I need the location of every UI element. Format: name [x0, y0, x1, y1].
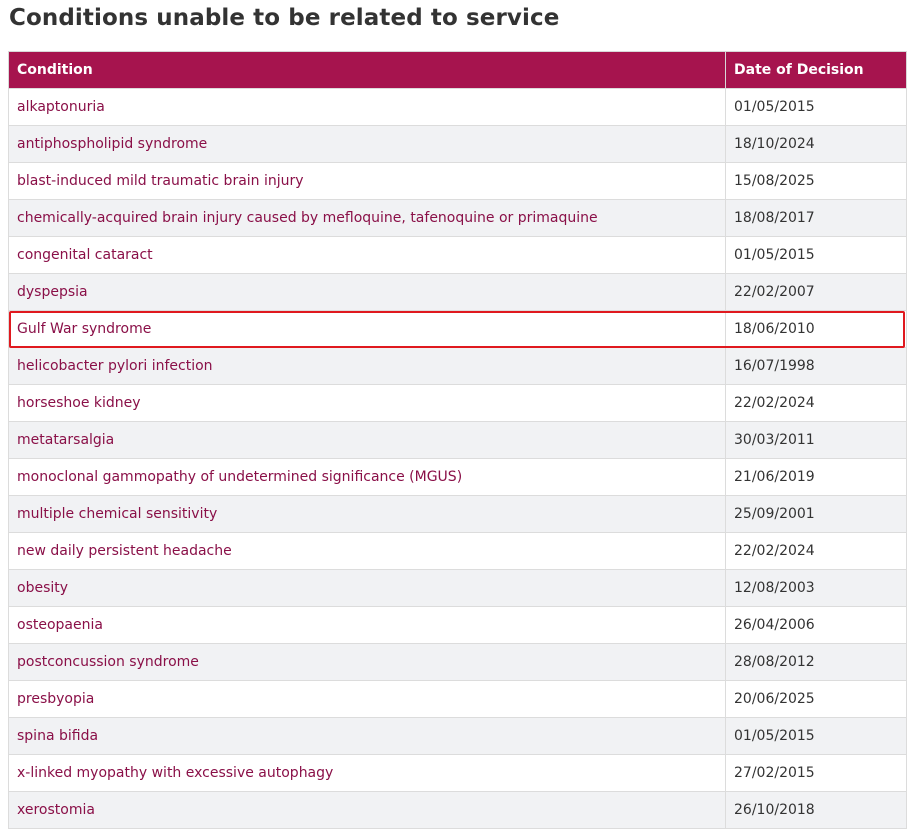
condition-link[interactable]: chemically-acquired brain injury caused … [17, 210, 598, 226]
condition-cell: chemically-acquired brain injury caused … [8, 199, 726, 237]
date-of-decision-cell: 22/02/2024 [725, 384, 907, 422]
page-title: Conditions unable to be related to servi… [9, 5, 560, 31]
table-row: Gulf War syndrome 18/06/2010 [8, 310, 907, 348]
condition-cell: postconcussion syndrome [8, 643, 726, 681]
table-row: congenital cataract 01/05/2015 [8, 236, 907, 274]
table-row: chemically-acquired brain injury caused … [8, 199, 907, 237]
condition-link[interactable]: metatarsalgia [17, 432, 114, 448]
condition-link[interactable]: postconcussion syndrome [17, 654, 199, 670]
table-row: xerostomia 26/10/2018 [8, 791, 907, 829]
condition-cell: horseshoe kidney [8, 384, 726, 422]
table-row: dyspepsia 22/02/2007 [8, 273, 907, 311]
date-of-decision-cell: 01/05/2015 [725, 236, 907, 274]
condition-link[interactable]: multiple chemical sensitivity [17, 506, 217, 522]
table-body: alkaptonuria 01/05/2015 antiphospholipid s… [8, 88, 907, 829]
condition-link[interactable]: horseshoe kidney [17, 395, 141, 411]
condition-cell: obesity [8, 569, 726, 607]
date-of-decision-cell: 25/09/2001 [725, 495, 907, 533]
date-of-decision-cell: 18/10/2024 [725, 125, 907, 163]
condition-cell: metatarsalgia [8, 421, 726, 459]
table-row: helicobacter pylori infection 16/07/1998 [8, 347, 907, 385]
table-row: blast-induced mild traumatic brain injur… [8, 162, 907, 200]
table-row: monoclonal gammopathy of undetermined si… [8, 458, 907, 496]
condition-cell: multiple chemical sensitivity [8, 495, 726, 533]
condition-link[interactable]: spina bifida [17, 728, 98, 744]
table-row: horseshoe kidney 22/02/2024 [8, 384, 907, 422]
date-of-decision-cell: 30/03/2011 [725, 421, 907, 459]
condition-cell: antiphospholipid syndrome [8, 125, 726, 163]
condition-link[interactable]: presbyopia [17, 691, 94, 707]
date-of-decision-cell: 20/06/2025 [725, 680, 907, 718]
date-of-decision-cell: 27/02/2015 [725, 754, 907, 792]
date-of-decision-cell: 26/04/2006 [725, 606, 907, 644]
table-row: spina bifida 01/05/2015 [8, 717, 907, 755]
condition-cell: Gulf War syndrome [8, 310, 726, 348]
condition-cell: presbyopia [8, 680, 726, 718]
page: Conditions unable to be related to servi… [0, 0, 914, 837]
condition-cell: dyspepsia [8, 273, 726, 311]
condition-link[interactable]: Gulf War syndrome [17, 321, 151, 337]
condition-link[interactable]: xerostomia [17, 802, 95, 818]
table-row: postconcussion syndrome 28/08/2012 [8, 643, 907, 681]
condition-cell: x-linked myopathy with excessive autopha… [8, 754, 726, 792]
condition-cell: congenital cataract [8, 236, 726, 274]
condition-cell: xerostomia [8, 791, 726, 829]
table-row: antiphospholipid syndrome 18/10/2024 [8, 125, 907, 163]
table-header-row: Condition Date of Decision [8, 51, 907, 89]
date-of-decision-cell: 16/07/1998 [725, 347, 907, 385]
column-header-date-of-decision[interactable]: Date of Decision [725, 51, 907, 89]
condition-cell: alkaptonuria [8, 88, 726, 126]
date-of-decision-cell: 28/08/2012 [725, 643, 907, 681]
date-of-decision-cell: 01/05/2015 [725, 88, 907, 126]
table-row: metatarsalgia 30/03/2011 [8, 421, 907, 459]
condition-link[interactable]: helicobacter pylori infection [17, 358, 213, 374]
date-of-decision-cell: 18/08/2017 [725, 199, 907, 237]
condition-link[interactable]: new daily persistent headache [17, 543, 232, 559]
condition-link[interactable]: dyspepsia [17, 284, 88, 300]
column-header-condition[interactable]: Condition [8, 51, 726, 89]
condition-cell: spina bifida [8, 717, 726, 755]
condition-link[interactable]: blast-induced mild traumatic brain injur… [17, 173, 304, 189]
condition-link[interactable]: osteopaenia [17, 617, 103, 633]
condition-link[interactable]: antiphospholipid syndrome [17, 136, 207, 152]
condition-link[interactable]: monoclonal gammopathy of undetermined si… [17, 469, 462, 485]
table-row: new daily persistent headache 22/02/2024 [8, 532, 907, 570]
table-row: alkaptonuria 01/05/2015 [8, 88, 907, 126]
date-of-decision-cell: 15/08/2025 [725, 162, 907, 200]
condition-link[interactable]: x-linked myopathy with excessive autopha… [17, 765, 333, 781]
condition-link[interactable]: congenital cataract [17, 247, 153, 263]
condition-cell: osteopaenia [8, 606, 726, 644]
condition-cell: blast-induced mild traumatic brain injur… [8, 162, 726, 200]
condition-cell: new daily persistent headache [8, 532, 726, 570]
date-of-decision-cell: 18/06/2010 [725, 310, 907, 348]
table-row: osteopaenia 26/04/2006 [8, 606, 907, 644]
condition-cell: monoclonal gammopathy of undetermined si… [8, 458, 726, 496]
condition-link[interactable]: alkaptonuria [17, 99, 105, 115]
table-row: presbyopia 20/06/2025 [8, 680, 907, 718]
date-of-decision-cell: 22/02/2007 [725, 273, 907, 311]
condition-cell: helicobacter pylori infection [8, 347, 726, 385]
date-of-decision-cell: 21/06/2019 [725, 458, 907, 496]
date-of-decision-cell: 01/05/2015 [725, 717, 907, 755]
date-of-decision-cell: 22/02/2024 [725, 532, 907, 570]
date-of-decision-cell: 12/08/2003 [725, 569, 907, 607]
table-row: obesity 12/08/2003 [8, 569, 907, 607]
condition-link[interactable]: obesity [17, 580, 68, 596]
table-row: multiple chemical sensitivity 25/09/2001 [8, 495, 907, 533]
table-row: x-linked myopathy with excessive autopha… [8, 754, 907, 792]
conditions-table: Condition Date of Decision alkaptonuria 0… [8, 51, 907, 829]
date-of-decision-cell: 26/10/2018 [725, 791, 907, 829]
